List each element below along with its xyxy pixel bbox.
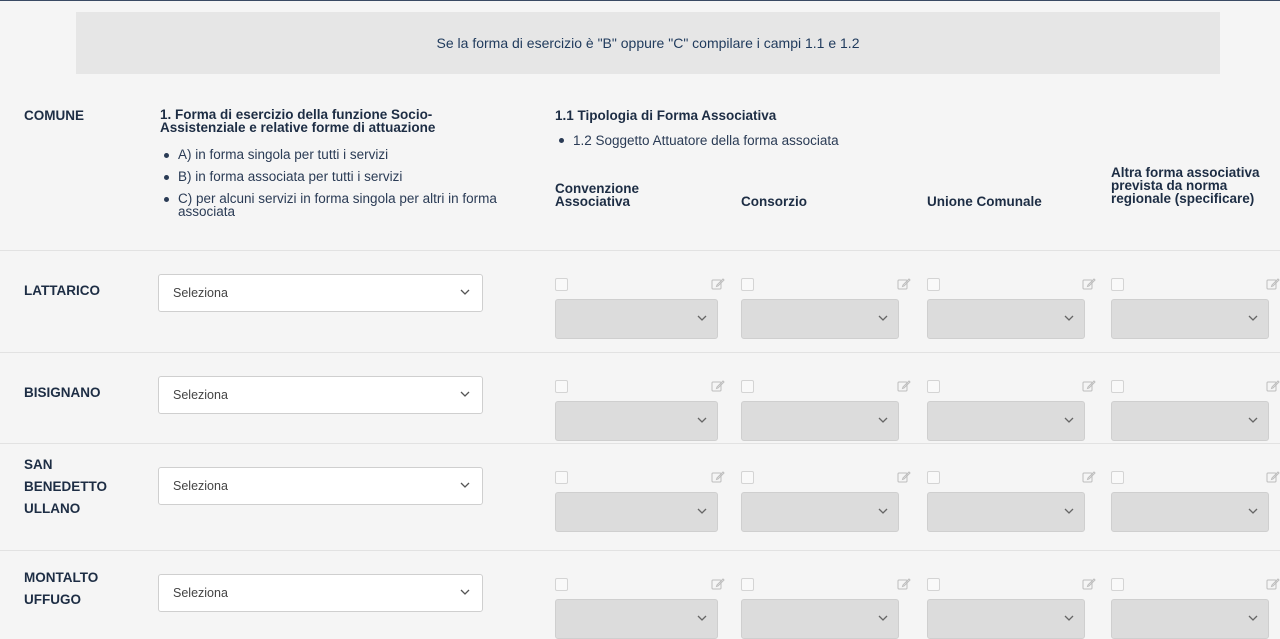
chevron-down-icon <box>878 506 888 518</box>
soggetto-select[interactable] <box>927 599 1085 639</box>
chevron-down-icon <box>1248 415 1258 427</box>
edit-icon[interactable] <box>711 277 725 291</box>
chevron-down-icon <box>1248 613 1258 625</box>
forma-option-a: A) in forma singola per tutti i servizi <box>162 148 502 161</box>
col-header-altra: Altra forma associativa prevista da norm… <box>1111 165 1260 206</box>
chevron-down-icon <box>1064 613 1074 625</box>
forma-select-value: Seleziona <box>173 388 228 402</box>
soggetto-select[interactable] <box>555 599 718 639</box>
forma-select-value: Seleziona <box>173 286 228 300</box>
chevron-down-icon <box>878 613 888 625</box>
forma-option-c: C) per alcuni servizi in forma singola p… <box>162 192 502 218</box>
checkbox-icon[interactable] <box>741 471 754 484</box>
edit-icon[interactable] <box>711 379 725 393</box>
soggetto-select[interactable] <box>1111 599 1269 639</box>
soggetto-select[interactable] <box>741 599 899 639</box>
forma-select[interactable]: Seleziona <box>158 574 483 612</box>
soggetto-select[interactable] <box>555 401 718 441</box>
chevron-down-icon <box>1064 506 1074 518</box>
comune-name: SAN BENEDETTO ULLANO <box>24 457 108 516</box>
soggetto-select[interactable] <box>1111 492 1269 532</box>
checkbox-icon[interactable] <box>927 278 940 291</box>
chevron-down-icon <box>697 506 707 518</box>
chevron-down-icon <box>460 587 470 599</box>
checkbox-icon[interactable] <box>1111 578 1124 591</box>
info-banner: Se la forma di esercizio è "B" oppure "C… <box>76 12 1220 74</box>
chevron-down-icon <box>460 287 470 299</box>
row-separator <box>0 250 1280 251</box>
info-banner-text: Se la forma di esercizio è "B" oppure "C… <box>436 35 860 51</box>
soggetto-select[interactable] <box>741 299 899 339</box>
checkbox-icon[interactable] <box>927 471 940 484</box>
forma-select[interactable]: Seleziona <box>158 376 483 414</box>
checkbox-icon[interactable] <box>1111 471 1124 484</box>
checkbox-icon[interactable] <box>741 578 754 591</box>
chevron-down-icon <box>460 480 470 492</box>
edit-icon[interactable] <box>711 577 725 591</box>
header-comune: COMUNE <box>24 108 84 123</box>
header-forma: 1. Forma di esercizio della funzione Soc… <box>160 107 436 135</box>
chevron-down-icon <box>460 389 470 401</box>
edit-icon[interactable] <box>897 577 911 591</box>
chevron-down-icon <box>1248 313 1258 325</box>
edit-icon[interactable] <box>1266 277 1280 291</box>
comune-name: MONTALTO UFFUGO <box>24 570 99 607</box>
chevron-down-icon <box>1064 313 1074 325</box>
comune-name: BISIGNANO <box>24 385 101 400</box>
checkbox-icon[interactable] <box>555 278 568 291</box>
checkbox-icon[interactable] <box>927 380 940 393</box>
edit-icon[interactable] <box>1266 379 1280 393</box>
checkbox-icon[interactable] <box>555 578 568 591</box>
row-separator <box>0 443 1280 444</box>
edit-icon[interactable] <box>711 470 725 484</box>
edit-icon[interactable] <box>1266 577 1280 591</box>
row-separator <box>0 352 1280 353</box>
forma-select[interactable]: Seleziona <box>158 467 483 505</box>
chevron-down-icon <box>1064 415 1074 427</box>
col-header-convenzione: Convenzione Associativa <box>555 181 640 209</box>
checkbox-icon[interactable] <box>1111 278 1124 291</box>
header-tipologia: 1.1 Tipologia di Forma Associativa <box>555 108 777 123</box>
forma-options-list: A) in forma singola per tutti i servizi … <box>162 148 502 227</box>
chevron-down-icon <box>878 415 888 427</box>
chevron-down-icon <box>1248 506 1258 518</box>
forma-select[interactable]: Seleziona <box>158 274 483 312</box>
checkbox-icon[interactable] <box>1111 380 1124 393</box>
edit-icon[interactable] <box>897 379 911 393</box>
chevron-down-icon <box>697 313 707 325</box>
col-header-consorzio: Consorzio <box>741 194 807 209</box>
chevron-down-icon <box>697 415 707 427</box>
checkbox-icon[interactable] <box>927 578 940 591</box>
row-separator <box>0 550 1280 551</box>
forma-option-b: B) in forma associata per tutti i serviz… <box>162 170 502 183</box>
soggetto-select[interactable] <box>927 401 1085 441</box>
checkbox-icon[interactable] <box>555 471 568 484</box>
soggetto-select[interactable] <box>555 492 718 532</box>
forma-select-value: Seleziona <box>173 586 228 600</box>
header-soggetto: 1.2 Soggetto Attuatore della forma assoc… <box>557 133 839 148</box>
soggetto-select[interactable] <box>927 492 1085 532</box>
forma-select-value: Seleziona <box>173 479 228 493</box>
checkbox-icon[interactable] <box>741 380 754 393</box>
soggetto-select[interactable] <box>927 299 1085 339</box>
edit-icon[interactable] <box>897 470 911 484</box>
soggetto-select[interactable] <box>1111 299 1269 339</box>
checkbox-icon[interactable] <box>555 380 568 393</box>
edit-icon[interactable] <box>1082 577 1096 591</box>
soggetto-select[interactable] <box>741 492 899 532</box>
chevron-down-icon <box>697 613 707 625</box>
edit-icon[interactable] <box>897 277 911 291</box>
edit-icon[interactable] <box>1082 277 1096 291</box>
soggetto-select[interactable] <box>741 401 899 441</box>
soggetto-select[interactable] <box>555 299 718 339</box>
soggetto-select[interactable] <box>1111 401 1269 441</box>
chevron-down-icon <box>878 313 888 325</box>
edit-icon[interactable] <box>1266 470 1280 484</box>
top-divider <box>0 0 1280 1</box>
checkbox-icon[interactable] <box>741 278 754 291</box>
comune-name: LATTARICO <box>24 283 100 298</box>
col-header-unione: Unione Comunale <box>927 194 1042 209</box>
edit-icon[interactable] <box>1082 379 1096 393</box>
edit-icon[interactable] <box>1082 470 1096 484</box>
